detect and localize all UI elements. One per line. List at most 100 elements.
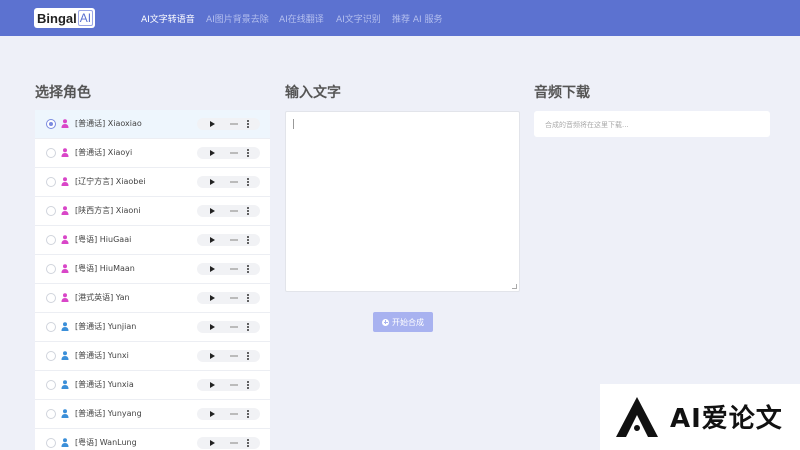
role-label: [普通话] Yunyang xyxy=(75,409,142,418)
volume-icon[interactable] xyxy=(230,268,238,270)
audio-player xyxy=(197,147,260,159)
role-radio[interactable] xyxy=(46,264,56,274)
role-row[interactable]: [港式英语] Yan xyxy=(35,284,270,313)
play-icon[interactable] xyxy=(210,266,215,272)
role-radio[interactable] xyxy=(46,235,56,245)
person-icon xyxy=(61,119,69,128)
role-radio[interactable] xyxy=(46,438,56,448)
play-icon[interactable] xyxy=(210,150,215,156)
role-row[interactable]: [普通话] Yunyang xyxy=(35,400,270,429)
role-row[interactable]: [普通话] Yunxi xyxy=(35,342,270,371)
role-radio[interactable] xyxy=(46,409,56,419)
role-radio[interactable] xyxy=(46,177,56,187)
audio-player xyxy=(197,350,260,362)
role-row[interactable]: [普通话] Xiaoxiao xyxy=(35,110,270,139)
play-icon[interactable] xyxy=(210,382,215,388)
play-icon[interactable] xyxy=(210,353,215,359)
volume-icon[interactable] xyxy=(230,297,238,299)
volume-icon[interactable] xyxy=(230,442,238,444)
download-title: 音频下载 xyxy=(534,85,590,101)
audio-player xyxy=(197,321,260,333)
role-radio[interactable] xyxy=(46,380,56,390)
role-label: [港式英语] Yan xyxy=(75,293,130,302)
role-list: [普通话] Xiaoxiao [普通话] Xiaoyi [辽宁方言] Xiaobei… xyxy=(35,110,270,450)
play-icon[interactable] xyxy=(210,440,215,446)
role-row[interactable]: [辽宁方言] Xiaobei xyxy=(35,168,270,197)
role-radio[interactable] xyxy=(46,119,56,129)
person-icon xyxy=(61,235,69,244)
volume-icon[interactable] xyxy=(230,210,238,212)
role-radio[interactable] xyxy=(46,206,56,216)
play-icon[interactable] xyxy=(210,237,215,243)
watermark: AI爱论文 xyxy=(600,384,800,450)
play-icon[interactable] xyxy=(210,121,215,127)
person-icon xyxy=(61,409,69,418)
role-row[interactable]: [粤语] WanLung xyxy=(35,429,270,450)
play-icon[interactable] xyxy=(210,411,215,417)
volume-icon[interactable] xyxy=(230,326,238,328)
text-caret xyxy=(293,119,294,129)
more-vertical-icon[interactable] xyxy=(247,323,249,331)
role-row[interactable]: [普通话] Yunxia xyxy=(35,371,270,400)
audio-player xyxy=(197,437,260,449)
play-icon[interactable] xyxy=(210,324,215,330)
nav-item-bg-removal[interactable]: AI图片背景去除 xyxy=(206,12,269,25)
more-vertical-icon[interactable] xyxy=(247,381,249,389)
play-icon[interactable] xyxy=(210,179,215,185)
more-vertical-icon[interactable] xyxy=(247,265,249,273)
volume-icon[interactable] xyxy=(230,355,238,357)
role-label: [粤语] HiuGaai xyxy=(75,235,132,244)
synthesize-button[interactable]: 开始合成 xyxy=(373,312,433,332)
person-icon xyxy=(61,380,69,389)
more-vertical-icon[interactable] xyxy=(247,149,249,157)
nav-item-ocr[interactable]: AI文字识别 xyxy=(336,12,381,25)
more-vertical-icon[interactable] xyxy=(247,120,249,128)
volume-icon[interactable] xyxy=(230,384,238,386)
brand-logo[interactable]: Bingal AI xyxy=(34,8,95,28)
role-row[interactable]: [粤语] HiuGaai xyxy=(35,226,270,255)
role-radio[interactable] xyxy=(46,322,56,332)
audio-player xyxy=(197,263,260,275)
volume-icon[interactable] xyxy=(230,123,238,125)
audio-player xyxy=(197,379,260,391)
nav-item-translate[interactable]: AI在线翻译 xyxy=(279,12,324,25)
resize-handle[interactable] xyxy=(512,284,517,289)
person-icon xyxy=(61,438,69,447)
audio-player xyxy=(197,176,260,188)
more-vertical-icon[interactable] xyxy=(247,352,249,360)
download-area: 合成的音频将在这里下载... xyxy=(534,111,770,137)
plus-circle-icon xyxy=(382,318,389,326)
volume-icon[interactable] xyxy=(230,181,238,183)
more-vertical-icon[interactable] xyxy=(247,207,249,215)
play-icon[interactable] xyxy=(210,208,215,214)
nav-item-recommended[interactable]: 推荐 AI 服务 xyxy=(392,12,443,25)
nav-item-tts[interactable]: AI文字转语音 xyxy=(141,12,195,25)
more-vertical-icon[interactable] xyxy=(247,236,249,244)
role-radio[interactable] xyxy=(46,148,56,158)
role-label: [普通话] Yunxi xyxy=(75,351,129,360)
role-radio[interactable] xyxy=(46,293,56,303)
role-row[interactable]: [普通话] Yunjian xyxy=(35,313,270,342)
input-title: 输入文字 xyxy=(285,85,341,101)
play-icon[interactable] xyxy=(210,295,215,301)
person-icon xyxy=(61,177,69,186)
more-vertical-icon[interactable] xyxy=(247,439,249,447)
brand-ai-badge: AI xyxy=(77,10,94,26)
more-vertical-icon[interactable] xyxy=(247,294,249,302)
volume-icon[interactable] xyxy=(230,239,238,241)
role-radio[interactable] xyxy=(46,351,56,361)
volume-icon[interactable] xyxy=(230,413,238,415)
role-row[interactable]: [粤语] HiuMaan xyxy=(35,255,270,284)
more-vertical-icon[interactable] xyxy=(247,178,249,186)
text-input[interactable] xyxy=(285,111,520,292)
volume-icon[interactable] xyxy=(230,152,238,154)
role-label: [普通话] Xiaoyi xyxy=(75,148,133,157)
person-icon xyxy=(61,148,69,157)
role-label: [粤语] WanLung xyxy=(75,438,137,447)
role-label: [普通话] Yunxia xyxy=(75,380,134,389)
audio-player xyxy=(197,118,260,130)
more-vertical-icon[interactable] xyxy=(247,410,249,418)
role-row[interactable]: [普通话] Xiaoyi xyxy=(35,139,270,168)
synthesize-button-label: 开始合成 xyxy=(392,317,424,327)
role-row[interactable]: [陕西方言] Xiaoni xyxy=(35,197,270,226)
